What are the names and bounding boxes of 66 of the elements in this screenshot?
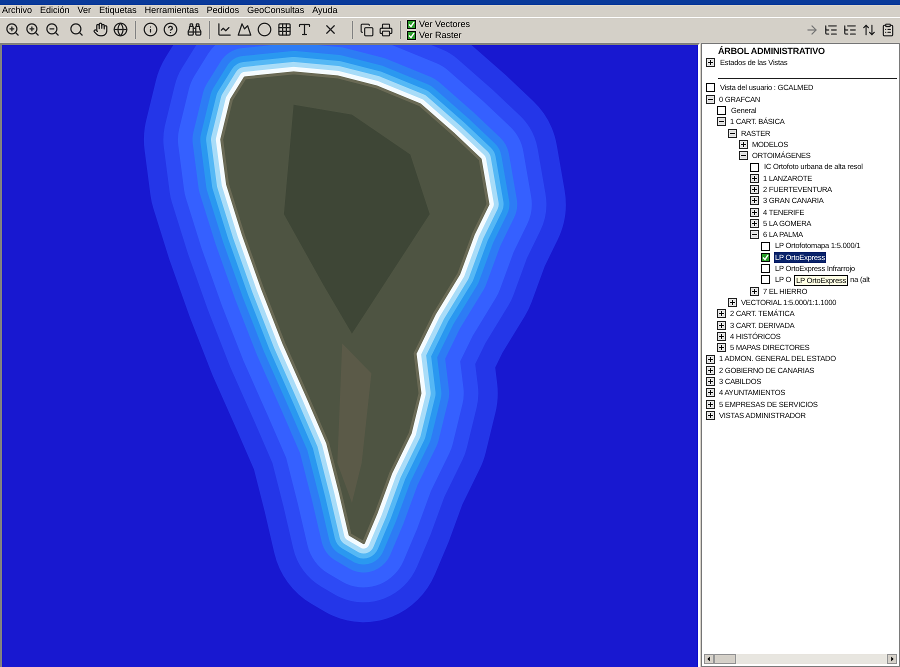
expand-icon[interactable] xyxy=(750,196,759,206)
help-icon[interactable] xyxy=(162,21,179,38)
checkbox[interactable] xyxy=(407,20,416,28)
menu-item[interactable]: Pedidos xyxy=(206,4,240,18)
globe-icon[interactable] xyxy=(112,21,129,38)
map-drawing[interactable] xyxy=(2,45,698,667)
checkbox-label[interactable]: Ver Vectores xyxy=(419,19,470,29)
layer-checkbox[interactable] xyxy=(761,252,770,262)
checkbox[interactable] xyxy=(407,30,416,40)
menu-item[interactable]: Etiquetas xyxy=(99,4,137,18)
layer-checkbox[interactable] xyxy=(706,83,715,92)
expand-icon[interactable] xyxy=(706,388,715,398)
collapse-icon[interactable] xyxy=(706,94,715,104)
expand-icon[interactable] xyxy=(706,377,715,386)
menu-item[interactable]: Archivo xyxy=(2,4,32,18)
scroll-right-icon[interactable] xyxy=(887,654,897,664)
layer-checkbox[interactable] xyxy=(761,275,770,284)
expand-icon[interactable] xyxy=(706,58,715,68)
expand-icon[interactable] xyxy=(706,411,715,420)
expand-icon[interactable] xyxy=(750,286,759,296)
hand-icon[interactable] xyxy=(92,21,109,38)
menu-item[interactable]: Herramientas xyxy=(144,4,199,18)
info-icon[interactable] xyxy=(142,21,159,38)
expand-icon[interactable] xyxy=(750,185,759,194)
layer-checkbox[interactable] xyxy=(761,242,770,251)
scroll-left-icon[interactable] xyxy=(704,654,714,664)
printer-icon[interactable] xyxy=(378,22,394,38)
expand-icon[interactable] xyxy=(717,320,726,330)
expand-icon[interactable] xyxy=(739,140,748,149)
menu-item[interactable]: Ayuda xyxy=(312,4,338,18)
horizontal-scrollbar[interactable] xyxy=(704,654,897,664)
scrollbar-thumb[interactable] xyxy=(714,654,736,664)
expand-icon[interactable] xyxy=(750,208,759,217)
expand-icon[interactable] xyxy=(706,366,715,375)
panel-title: ÁRBOL ADMINISTRATIVO xyxy=(717,46,826,57)
expand-icon[interactable] xyxy=(728,298,737,308)
collapse-icon[interactable] xyxy=(728,128,737,138)
circle-icon[interactable] xyxy=(256,21,273,38)
text-icon[interactable] xyxy=(296,21,313,38)
copy-icon[interactable] xyxy=(359,22,375,38)
menu-item[interactable]: Ver xyxy=(78,4,92,18)
clipboard-icon[interactable] xyxy=(880,22,896,38)
zoom-in-icon[interactable] xyxy=(24,21,41,38)
line-profile-icon[interactable] xyxy=(216,21,233,38)
menu-item[interactable]: Edición xyxy=(40,4,70,18)
layer-checkbox[interactable] xyxy=(717,106,726,116)
grid-icon[interactable] xyxy=(276,21,293,38)
zoom-in-icon[interactable] xyxy=(4,21,21,38)
zoom-out-icon[interactable] xyxy=(44,21,61,38)
expand-icon[interactable] xyxy=(750,219,759,228)
expand-icon[interactable] xyxy=(706,400,715,409)
binoculars-icon[interactable] xyxy=(186,21,203,38)
expand-icon[interactable] xyxy=(750,174,759,183)
expand-icon[interactable] xyxy=(717,332,726,341)
expand-icon[interactable] xyxy=(717,309,726,318)
expand-icon[interactable] xyxy=(706,354,715,364)
collapse-icon[interactable] xyxy=(739,151,748,160)
menu-item[interactable]: GeoConsultas xyxy=(247,4,304,18)
expand-icon[interactable] xyxy=(717,343,726,352)
layer-checkbox[interactable] xyxy=(761,264,770,274)
mountain-icon[interactable] xyxy=(236,21,253,38)
search-icon[interactable] xyxy=(68,21,85,38)
layer-checkbox[interactable] xyxy=(750,162,759,172)
collapse-icon[interactable] xyxy=(750,230,759,240)
checkbox-label[interactable]: Ver Raster xyxy=(419,30,462,40)
collapse-icon[interactable] xyxy=(717,117,726,126)
